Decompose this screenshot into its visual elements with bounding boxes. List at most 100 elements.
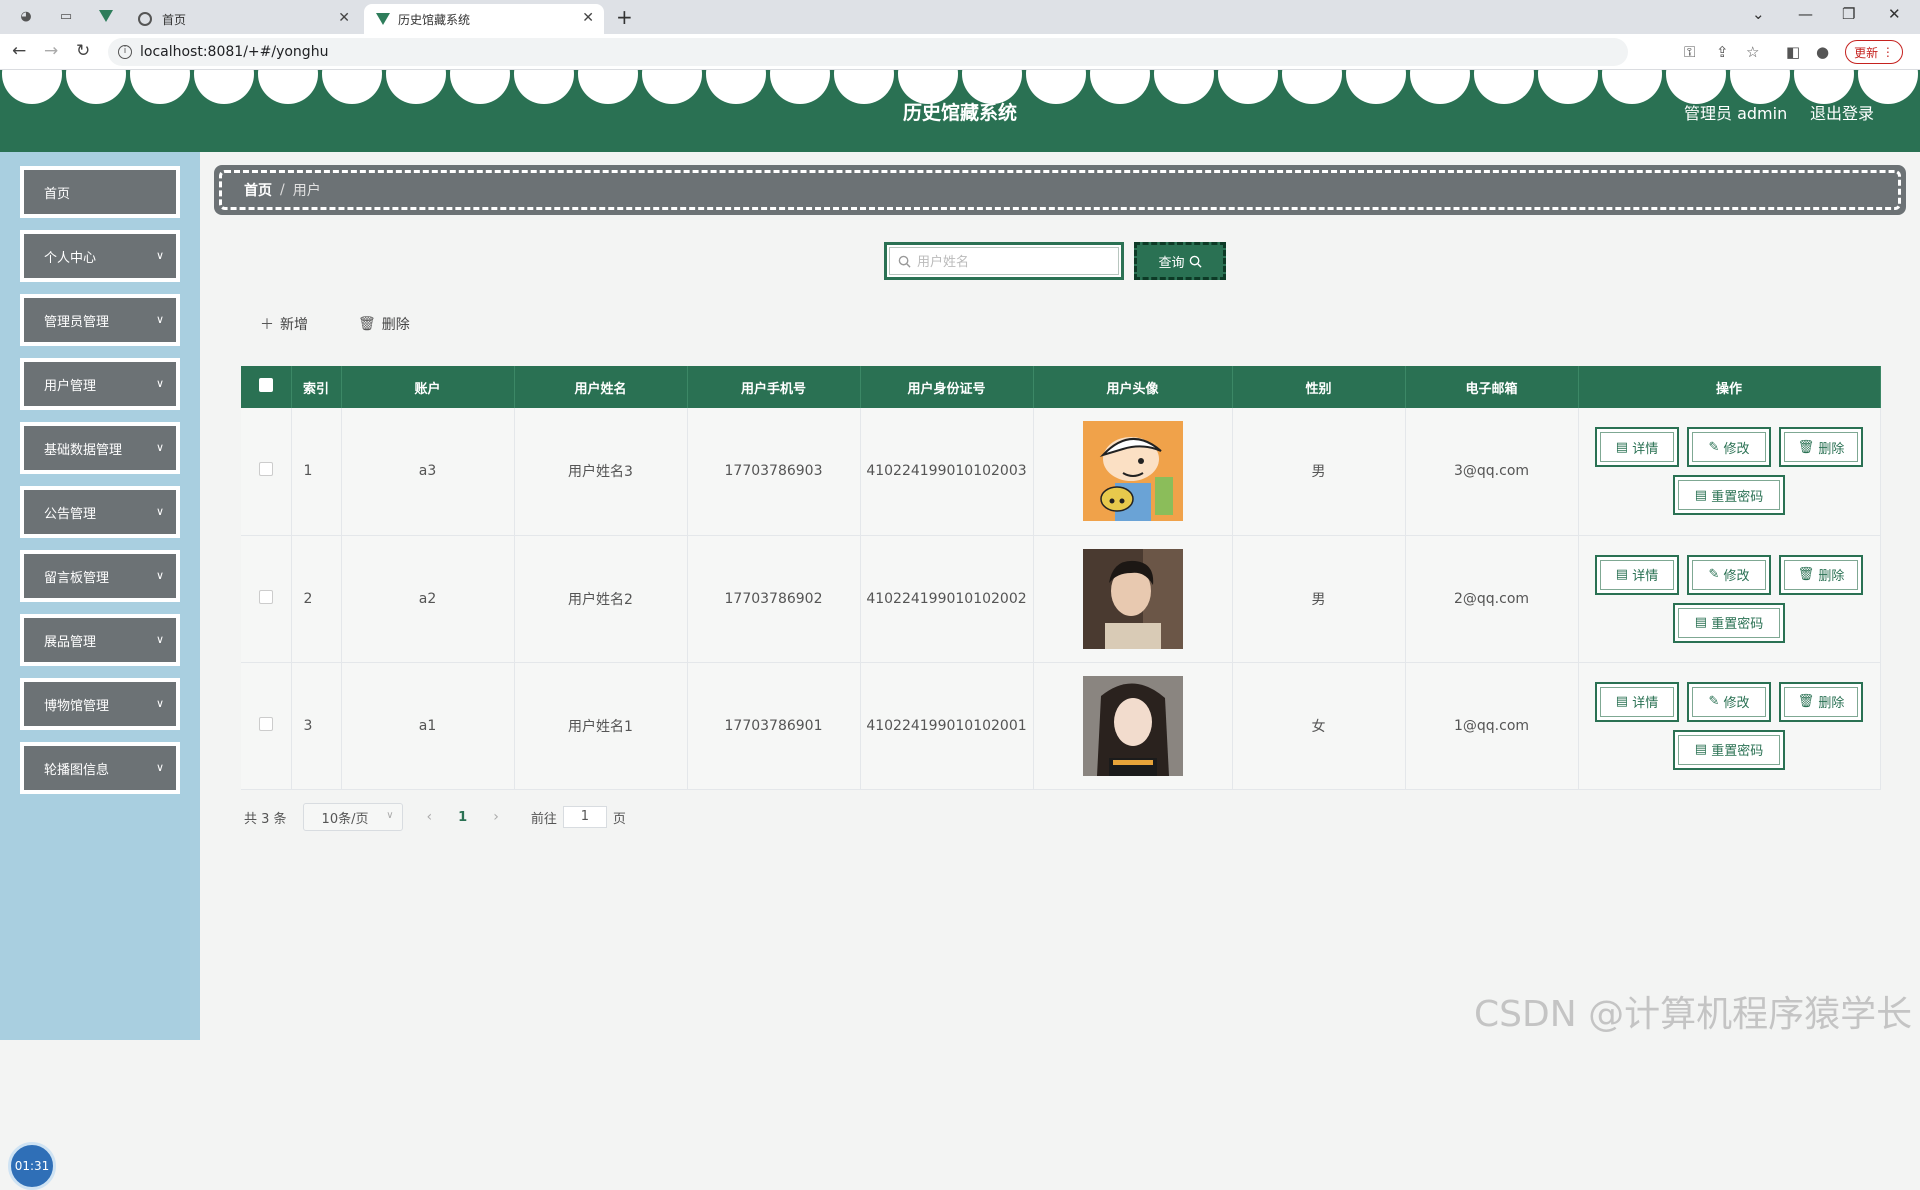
delete-button[interactable]: 🗑 删除 <box>1779 681 1863 722</box>
detail-button[interactable]: ▤ 详情 <box>1595 554 1679 595</box>
trash-icon: 🗑 <box>1797 567 1819 582</box>
edit-button[interactable]: ✎ 修改 <box>1687 554 1771 595</box>
sidebar-item-carousel[interactable]: 轮播图信息 ∨ <box>20 742 180 794</box>
prev-page-icon[interactable]: ‹ <box>427 809 433 825</box>
select-all-checkbox[interactable] <box>258 378 273 392</box>
pencil-icon: ✎ <box>1708 694 1724 709</box>
delete-button[interactable]: 🗑 删除 <box>1779 427 1863 468</box>
pencil-icon: ✎ <box>1708 567 1724 582</box>
reset-label: 重置密码 <box>1711 489 1764 505</box>
browser-tab-active[interactable]: 历史馆藏系统 ✕ <box>364 4 604 34</box>
row-checkbox[interactable] <box>258 716 273 731</box>
chevron-down-icon[interactable]: ⌄ <box>1752 5 1765 23</box>
sidebar-item-exhibit-management[interactable]: 展品管理 ∨ <box>20 614 180 666</box>
vue-icon[interactable] <box>98 8 114 24</box>
minimize-button[interactable]: — <box>1798 5 1813 23</box>
page-size-select[interactable]: 10条/页 ∨ <box>302 803 403 831</box>
sidebar-item-admin-management[interactable]: 管理员管理 ∨ <box>20 294 180 346</box>
page-number-current[interactable]: 1 <box>458 810 467 825</box>
maximize-button[interactable]: ❐ <box>1842 5 1855 23</box>
column-header: 用户姓名 <box>514 366 688 408</box>
column-header: 用户身份证号 <box>860 366 1034 408</box>
column-header: 索引 <box>291 366 342 408</box>
goto-page-input[interactable]: 1 <box>562 806 607 828</box>
document-icon: ▤ <box>1694 487 1712 503</box>
search-button[interactable]: 查询 <box>1134 242 1226 280</box>
logout-link[interactable]: 退出登录 <box>1810 100 1874 124</box>
update-label: 更新 <box>1854 45 1879 60</box>
sidebar-item-home[interactable]: 首页 <box>20 166 180 218</box>
next-page-icon[interactable]: › <box>493 809 499 825</box>
sidebar-item-personal-center[interactable]: 个人中心 ∨ <box>20 230 180 282</box>
chevron-down-icon: ∨ <box>155 697 164 710</box>
chevron-down-icon: ∨ <box>155 441 164 454</box>
add-button[interactable]: ＋ 新增 <box>260 314 308 334</box>
github-icon[interactable]: ◕ <box>18 8 34 24</box>
edit-button[interactable]: ✎ 修改 <box>1687 427 1771 468</box>
share-icon[interactable]: ⇪ <box>1716 43 1729 61</box>
url-text: localhost:8081/+#/yonghu <box>140 44 329 60</box>
avatar-photo-female[interactable] <box>1082 675 1183 776</box>
pinned-tab-icon[interactable]: ▭ <box>58 8 74 24</box>
search-input[interactable] <box>917 253 1107 269</box>
app-header: 历史馆藏系统 管理员 admin 退出登录 <box>0 70 1920 152</box>
sidebar-item-museum-management[interactable]: 博物馆管理 ∨ <box>20 678 180 730</box>
browser-tab-home[interactable]: 首页 ✕ <box>126 4 360 34</box>
document-icon: ▤ <box>1615 439 1633 455</box>
detail-button[interactable]: ▤ 详情 <box>1595 427 1679 468</box>
breadcrumb-home[interactable]: 首页 <box>244 180 272 200</box>
detail-button[interactable]: ▤ 详情 <box>1595 681 1679 722</box>
close-window-button[interactable]: ✕ <box>1888 5 1901 23</box>
batch-delete-button[interactable]: 🗑 删除 <box>358 314 410 334</box>
sidebar-item-label: 博物馆管理 <box>44 698 110 714</box>
forward-icon[interactable]: → <box>44 41 58 61</box>
back-icon[interactable]: ← <box>12 41 26 61</box>
avatar-cell <box>1033 662 1233 790</box>
reset-password-button[interactable]: ▤ 重置密码 <box>1673 475 1785 516</box>
delete-label: 删除 <box>1818 696 1845 711</box>
update-button[interactable]: 更新 ⋮ <box>1845 40 1903 64</box>
reset-password-button[interactable]: ▤ 重置密码 <box>1673 602 1785 643</box>
close-icon[interactable]: ✕ <box>338 10 350 26</box>
goto-suffix: 页 <box>612 811 626 827</box>
gender-cell: 男 <box>1232 535 1406 663</box>
row-checkbox[interactable] <box>258 589 273 604</box>
reset-password-button[interactable]: ▤ 重置密码 <box>1673 729 1785 770</box>
trash-icon: 🗑 <box>1797 694 1819 709</box>
breadcrumb: 首页 / 用户 <box>214 165 1906 215</box>
edit-button[interactable]: ✎ 修改 <box>1687 681 1771 722</box>
delete-button[interactable]: 🗑 删除 <box>1779 554 1863 595</box>
info-icon[interactable]: i <box>118 45 132 59</box>
reload-icon[interactable]: ↻ <box>76 41 90 61</box>
add-label: 新增 <box>280 317 308 333</box>
select-all-cell[interactable] <box>241 366 292 408</box>
tab-title: 首页 <box>162 12 187 27</box>
key-icon[interactable]: ⚿ <box>1684 43 1695 61</box>
email-cell: 3@qq.com <box>1405 408 1579 536</box>
star-icon[interactable]: ☆ <box>1746 43 1759 61</box>
avatar-cartoon-image[interactable] <box>1082 421 1183 522</box>
sidebar-item-message-board[interactable]: 留言板管理 ∨ <box>20 550 180 602</box>
chevron-down-icon: ∨ <box>155 633 164 646</box>
pagination: 共 3 条 10条/页 ∨ ‹ 1 › 前往 1 页 <box>244 802 626 832</box>
sidebar-item-notice-management[interactable]: 公告管理 ∨ <box>20 486 180 538</box>
avatar-photo-male[interactable] <box>1082 548 1183 649</box>
close-icon[interactable]: ✕ <box>582 10 594 26</box>
sidepanel-icon[interactable]: ◧ <box>1786 43 1800 61</box>
chevron-down-icon: ∨ <box>386 810 394 821</box>
url-field[interactable]: i localhost:8081/+#/yonghu <box>108 38 1628 66</box>
app-title: 历史馆藏系统 <box>902 102 1017 124</box>
row-checkbox[interactable] <box>258 462 273 477</box>
browser-tab-bar: ◕ ▭ 首页 ✕ 历史馆藏系统 ✕ + ⌄ — ❐ ✕ <box>0 0 1920 34</box>
new-tab-button[interactable]: + <box>616 5 633 29</box>
profile-icon[interactable]: ● <box>1816 43 1829 61</box>
sidebar-item-user-management[interactable]: 用户管理 ∨ <box>20 358 180 410</box>
account-cell: a3 <box>341 408 515 536</box>
sidebar-item-label: 个人中心 <box>44 250 97 266</box>
sidebar-item-basic-data[interactable]: 基础数据管理 ∨ <box>20 422 180 474</box>
email-cell: 2@qq.com <box>1405 535 1579 663</box>
sidebar-item-label: 轮播图信息 <box>44 762 110 778</box>
user-table: 索引 账户 用户姓名 用户手机号 用户身份证号 用户头像 性别 电子邮箱 操作 … <box>241 366 1881 790</box>
operation-cell: ▤ 详情 ✎ 修改 🗑 删除 ▤ 重置密码 <box>1578 535 1881 663</box>
admin-label: 管理员 admin <box>1684 104 1788 123</box>
